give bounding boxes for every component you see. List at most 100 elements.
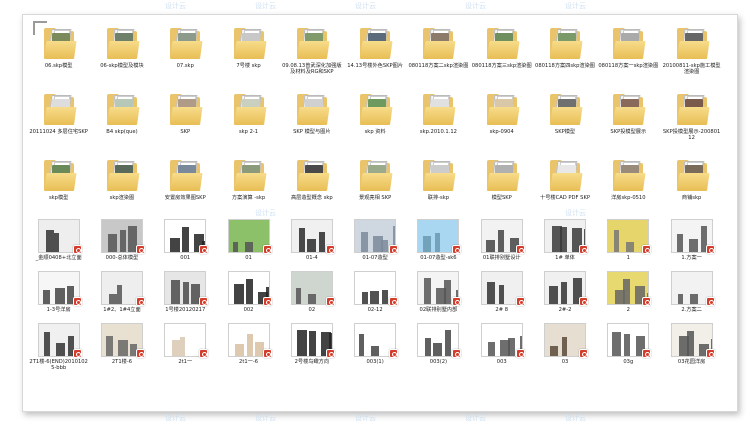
file-item[interactable]: 01-4 [280, 215, 343, 265]
folder-item[interactable]: SKP [154, 87, 217, 151]
file-item[interactable]: 003(1) [343, 319, 406, 379]
folder-icon [358, 91, 393, 127]
folder-item[interactable]: skp.2010.1.12 [407, 87, 470, 151]
file-name: 002 [243, 307, 254, 313]
file-item[interactable]: 2 [597, 267, 660, 317]
file-name: 2# 8 [495, 307, 509, 313]
file-item[interactable]: 01-07造型 [343, 215, 406, 265]
file-name: skp 资料 [364, 129, 386, 135]
folder-item[interactable]: 十号楼CAD PDF SKP [533, 153, 596, 213]
folder-item[interactable]: 09.08.13曾武深化加强版及材料及RG和SKP [280, 21, 343, 85]
file-name: skp模型 [48, 195, 69, 201]
skp-file-thumbnail [670, 323, 715, 358]
file-item[interactable]: 03 [533, 319, 596, 379]
sketchup-badge-icon [72, 349, 82, 358]
folder-item[interactable]: SKP模型 [533, 87, 596, 151]
folder-item[interactable]: skp模型 [27, 153, 90, 213]
file-item[interactable]: 2T1楼-6 [90, 319, 153, 379]
file-item[interactable]: 1# 单体 [533, 215, 596, 265]
folder-item[interactable]: 080118方案二skp渲染图 [407, 21, 470, 85]
file-item[interactable]: 1.方案一 [660, 215, 723, 265]
file-item[interactable]: 2# 8 [470, 267, 533, 317]
file-item[interactable]: 003(2) [407, 319, 470, 379]
skp-file-thumbnail [417, 323, 462, 358]
file-name: 003(2) [429, 359, 448, 365]
folder-icon [295, 91, 330, 127]
folder-item[interactable]: 06-skp模型及模块 [90, 21, 153, 85]
folder-icon [675, 157, 710, 193]
file-item[interactable]: 01-07造型-sk6 [407, 215, 470, 265]
folder-item[interactable]: 联排-skp [407, 153, 470, 213]
watermark: 设计云 [465, 2, 486, 10]
file-item[interactable]: 2号楼鸟瞰方向 [280, 319, 343, 379]
folder-item[interactable]: 高层造型概念 skp [280, 153, 343, 213]
folder-item[interactable]: B4 skp(que) [90, 87, 153, 151]
folder-item[interactable]: 06.skp模型 [27, 21, 90, 85]
watermark: 设计云 [355, 414, 376, 422]
folder-item[interactable]: 模型SKP [470, 153, 533, 213]
folder-icon [485, 91, 520, 127]
folder-icon [358, 25, 393, 61]
file-item[interactable]: 01联排别墅设计 [470, 215, 533, 265]
file-item[interactable]: 002 [217, 267, 280, 317]
sketchup-badge-icon [452, 349, 462, 358]
folder-item[interactable]: 080118方案一skp渲染图 [597, 21, 660, 85]
folder-icon [168, 25, 203, 61]
folder-icon [105, 157, 140, 193]
folder-item[interactable]: skp 2-1 [217, 87, 280, 151]
folder-item[interactable]: 080118方案三skp渲染图 [470, 21, 533, 85]
folder-item[interactable]: 商铺skp [660, 153, 723, 213]
file-item[interactable]: 001 [154, 215, 217, 265]
folder-item[interactable]: 07.skp [154, 21, 217, 85]
file-browser-panel: 06.skp模型 06-skp模型及模块 07.skp 7号楼 skp 09.08.13… [22, 14, 738, 412]
watermark: 设计云 [165, 414, 186, 422]
file-item[interactable]: 03g [597, 319, 660, 379]
skp-file-thumbnail [290, 219, 335, 254]
file-item[interactable]: 1 [597, 215, 660, 265]
folder-item[interactable]: 景观亮相 SKP [343, 153, 406, 213]
sketchup-badge-icon [262, 297, 272, 306]
file-item[interactable]: 000-总体模型 [90, 215, 153, 265]
folder-item[interactable]: 080118方案四skp渲染图 [533, 21, 596, 85]
file-item[interactable]: 01 [217, 215, 280, 265]
folder-item[interactable]: 安置房效果图SKP [154, 153, 217, 213]
file-name: B4 skp(que) [106, 129, 138, 135]
file-item[interactable]: 02-12 [343, 267, 406, 317]
file-item[interactable]: 1#2、1#4立面 [90, 267, 153, 317]
folder-item[interactable]: SKP投模型展示-20080112 [660, 87, 723, 151]
folder-item[interactable]: 洋房skp-0510 [597, 153, 660, 213]
sketchup-badge-icon [135, 245, 145, 254]
file-item[interactable]: _金顺0408+北立面 [27, 215, 90, 265]
file-item[interactable]: 2.方案二 [660, 267, 723, 317]
folder-icon [421, 25, 456, 61]
skp-file-thumbnail [544, 323, 589, 358]
file-item[interactable]: 1-3号洋房 [27, 267, 90, 317]
folder-item[interactable]: skp 资料 [343, 87, 406, 151]
folder-item[interactable]: 7号楼 skp [217, 21, 280, 85]
sketchup-badge-icon [515, 245, 525, 254]
file-item[interactable]: 2#-2 [533, 267, 596, 317]
folder-item[interactable]: 20100811-skp施工模型渲染图 [660, 21, 723, 85]
folder-item[interactable]: 20111024 多层住宅SKP [27, 87, 90, 151]
file-item[interactable]: 1号楼20120217 [154, 267, 217, 317]
folder-item[interactable]: SKP投模型展示 [597, 87, 660, 151]
folder-item[interactable]: skp渲染图 [90, 153, 153, 213]
sketchup-badge-icon [72, 245, 82, 254]
file-item[interactable]: 2t1一-6 [217, 319, 280, 379]
folder-item[interactable]: skp-0904 [470, 87, 533, 151]
sketchup-badge-icon [705, 297, 715, 306]
folder-item[interactable]: SKP 模型与图片 [280, 87, 343, 151]
file-item[interactable]: 2T1楼-6(END)20101025-bbb [27, 319, 90, 379]
folder-icon [485, 25, 520, 61]
file-item[interactable]: 003 [470, 319, 533, 379]
sketchup-badge-icon [579, 349, 589, 358]
sketchup-badge-icon [642, 297, 652, 306]
file-item[interactable]: 02联排别墅内部 [407, 267, 470, 317]
file-item[interactable]: 2t1一 [154, 319, 217, 379]
sketchup-badge-icon [199, 297, 209, 306]
folder-item[interactable]: 方案演算 -skp [217, 153, 280, 213]
folder-item[interactable]: 14.13号楼外色SKP图片 [343, 21, 406, 85]
file-item[interactable]: 02 [280, 267, 343, 317]
file-name: 03花园洋房 [677, 359, 706, 365]
file-item[interactable]: 03花园洋房 [660, 319, 723, 379]
